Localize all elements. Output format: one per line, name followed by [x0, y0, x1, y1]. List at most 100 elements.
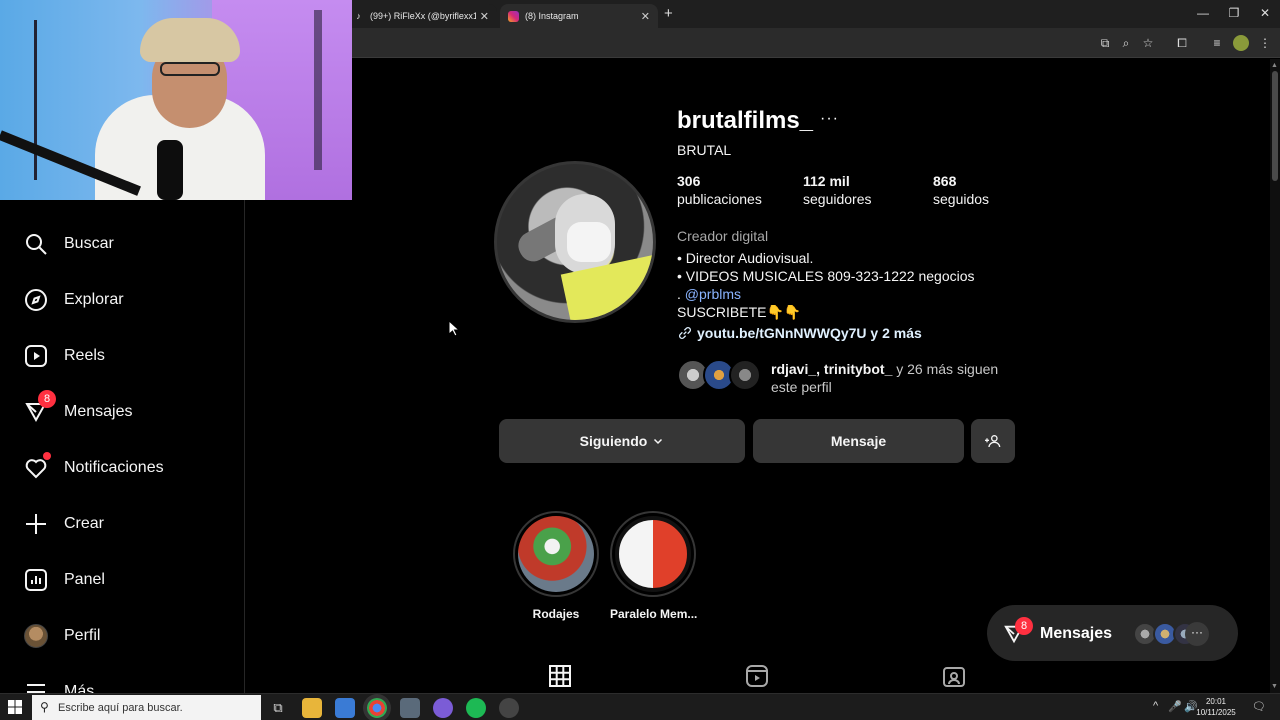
scroll-down-arrow[interactable]: ▼	[1271, 683, 1278, 690]
webcam-overlay	[0, 0, 352, 200]
unread-badge: 8	[38, 390, 56, 408]
install-app-icon[interactable]: ⧉	[1097, 35, 1113, 51]
taskbar-clock[interactable]: 20:01 10/11/2025	[1196, 696, 1236, 718]
restore-button[interactable]: ❐	[1219, 6, 1249, 20]
sidebar-item-label: Mensajes	[64, 403, 133, 420]
stat-value: 306	[677, 173, 701, 189]
file-explorer-icon[interactable]	[302, 698, 322, 718]
sidebar-item-notificaciones[interactable]: Notificaciones	[24, 452, 164, 483]
spotify-icon[interactable]	[466, 698, 486, 718]
followed-by-text[interactable]: rdjavi_, trinitybot_ y 26 más siguen est…	[771, 360, 1011, 396]
profile-username: brutalfilms_	[677, 107, 814, 134]
stat-label: seguidores	[803, 191, 872, 207]
stat-value: 112 mil	[803, 173, 850, 189]
sidebar-item-reels[interactable]: Reels	[24, 341, 105, 371]
browser-menu-icon[interactable]: ⋮	[1257, 35, 1273, 51]
microphone-icon[interactable]: 🎤	[1168, 700, 1182, 713]
sidebar-item-label: Perfil	[64, 627, 101, 644]
microphone	[157, 140, 183, 200]
media-control-icon[interactable]: ≡	[1209, 35, 1225, 51]
stat-following[interactable]: 868 seguidos	[933, 172, 989, 208]
sidebar-item-mensajes[interactable]: 8 Mensajes	[24, 390, 133, 427]
sidebar-item-buscar[interactable]: Buscar	[24, 229, 114, 259]
minimize-button[interactable]: —	[1188, 6, 1218, 20]
windows-start-icon[interactable]	[8, 700, 22, 714]
chrome-icon[interactable]	[367, 698, 387, 718]
bookmark-star-icon[interactable]: ☆	[1140, 35, 1156, 51]
profile-link[interactable]: youtu.be/tGNnNWWQy7U y 2 más	[677, 325, 922, 341]
stat-followers[interactable]: 112 mil seguidores	[803, 172, 872, 208]
add-user-button[interactable]	[971, 419, 1015, 463]
sidebar-item-label: Crear	[64, 515, 105, 532]
sidebar-item-mas[interactable]: Más	[24, 677, 94, 693]
search-icon: ⚲	[40, 700, 49, 714]
sidebar-item-crear[interactable]: Crear	[24, 509, 104, 539]
tab-title: (99+) RiFleXx (@byriflexx1) | Tik	[370, 11, 476, 21]
message-button[interactable]: Mensaje	[753, 419, 964, 463]
close-tab-icon[interactable]: ✕	[641, 10, 650, 23]
profile-picture[interactable]	[494, 161, 656, 323]
sidebar-item-label: Panel	[64, 571, 105, 588]
heart-icon	[24, 452, 51, 480]
sidebar-item-perfil[interactable]: Perfil	[24, 621, 100, 651]
avatar	[24, 624, 48, 648]
tiktok-icon: ♪	[356, 11, 361, 21]
bio-line: • Director Audiovisual.	[677, 250, 814, 266]
following-button[interactable]: Siguiendo	[499, 419, 745, 463]
sidebar-item-explorar[interactable]: Explorar	[24, 285, 124, 315]
followed-by-avatars[interactable]	[677, 359, 767, 391]
new-tab-button[interactable]: +	[664, 5, 673, 22]
avatar	[729, 359, 761, 391]
more-options-icon[interactable]: ···	[820, 110, 839, 128]
search-icon	[24, 232, 48, 256]
app-icon[interactable]	[400, 698, 420, 718]
compass-icon	[24, 288, 48, 312]
posts-grid-icon[interactable]	[548, 664, 572, 688]
app-icon[interactable]	[499, 698, 519, 718]
sidebar-item-panel[interactable]: Panel	[24, 565, 105, 595]
messenger-icon: 8	[24, 390, 56, 424]
tab-instagram[interactable]: (8) Instagram ✕	[500, 4, 658, 28]
taskbar-search-input[interactable]: ⚲ Escribe aquí para buscar.	[32, 695, 261, 720]
obs-icon[interactable]	[433, 698, 453, 718]
message-label: Mensaje	[830, 433, 887, 449]
profile-full-name: BRUTAL	[677, 142, 732, 158]
bio-line: . @prblms	[677, 286, 741, 302]
stat-value: 868	[933, 173, 957, 189]
bio-prefix: .	[677, 286, 685, 302]
profile-avatar-icon[interactable]	[1233, 35, 1249, 51]
bio-mention-link[interactable]: @prblms	[685, 286, 741, 302]
dashboard-icon	[24, 568, 48, 592]
windows-taskbar: ⚲ Escribe aquí para buscar. ⧉ ^ 🎤 🔊 20:0…	[0, 693, 1280, 720]
messages-pill[interactable]: 8 Mensajes ···	[987, 605, 1238, 661]
close-tab-icon[interactable]: ✕	[480, 10, 489, 23]
reels-icon	[24, 344, 48, 368]
task-view-icon[interactable]: ⧉	[268, 698, 288, 718]
profile-category: Creador digital	[677, 228, 769, 244]
unread-badge: 8	[1015, 617, 1033, 635]
tab-tiktok[interactable]: ♪ (99+) RiFleXx (@byriflexx1) | Tik ✕	[345, 4, 497, 28]
highlight-label: Rodajes	[532, 607, 580, 621]
tray-chevron-icon[interactable]: ^	[1153, 700, 1158, 712]
tagged-tab-icon[interactable]	[942, 664, 966, 688]
close-window-button[interactable]: ✕	[1250, 6, 1280, 20]
page-scrollbar[interactable]	[1270, 59, 1280, 693]
highlight-rodajes[interactable]: Rodajes	[513, 511, 599, 621]
store-icon[interactable]	[335, 698, 355, 718]
highlight-cover	[518, 516, 594, 592]
highlight-paralelo[interactable]: Paralelo Mem...	[610, 511, 697, 621]
bio-line: SUSCRIBETE👇👇	[677, 304, 802, 320]
notifications-icon[interactable]: 🗨	[1252, 700, 1266, 713]
reels-tab-icon[interactable]	[745, 664, 769, 688]
followed-by-names: rdjavi_, trinitybot_	[771, 361, 893, 377]
sidebar-item-label: Explorar	[64, 291, 124, 308]
clock-date: 10/11/2025	[1196, 708, 1236, 717]
extensions-icon[interactable]: ⧠	[1174, 35, 1190, 51]
zoom-icon[interactable]: ⌕	[1118, 35, 1134, 51]
clock-time: 20:01	[1205, 697, 1227, 706]
scrollbar-thumb[interactable]	[1272, 71, 1278, 181]
profile-link-text: youtu.be/tGNnNWWQy7U y 2 más	[697, 325, 922, 341]
following-label: Siguiendo	[579, 433, 648, 449]
scroll-up-arrow[interactable]: ▲	[1271, 62, 1278, 69]
stat-label: seguidos	[933, 191, 990, 207]
